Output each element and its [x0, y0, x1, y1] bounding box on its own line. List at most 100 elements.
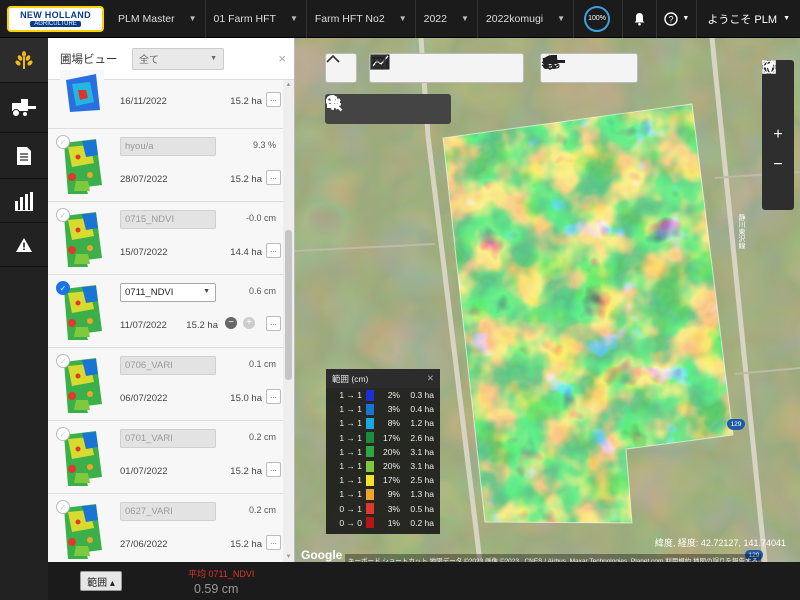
- zoom-in-icon[interactable]: +: [762, 120, 794, 150]
- breadcrumb-label: 2022komugi: [485, 12, 544, 25]
- legend-swatch: [366, 417, 374, 429]
- map-attribution[interactable]: キーボード ショートカット 地図データ ©2023 画像 ©2023 , CNE…: [345, 554, 762, 562]
- legend-swatch: [366, 403, 374, 415]
- more-options-button[interactable]: ...: [266, 316, 281, 331]
- legend-area: 2.5 ha: [410, 475, 434, 486]
- plus-icon[interactable]: +: [243, 317, 255, 329]
- more-options-button[interactable]: ...: [266, 170, 281, 185]
- layer-select[interactable]: 0701_VARI: [120, 429, 216, 448]
- check-icon[interactable]: ✓: [56, 500, 70, 514]
- layer-row[interactable]: 16/11/2022 15.2 ha...: [48, 70, 284, 129]
- svg-text:?: ?: [669, 14, 674, 24]
- line-chart-icon[interactable]: [370, 54, 459, 81]
- chevron-down-icon: ▼: [460, 14, 469, 23]
- layer-row[interactable]: ✓ hyou/a 9.3 % 28/07/2022 15.2 ha...: [48, 129, 284, 202]
- layer-date: 01/07/2022: [120, 466, 168, 477]
- layer-select[interactable]: 0715_NDVI: [120, 210, 216, 229]
- legend-area: 0.4 ha: [410, 404, 434, 415]
- list-icon[interactable]: [370, 54, 490, 81]
- breadcrumb-farm[interactable]: 01 Farm HFT ▼: [206, 0, 307, 38]
- zoom-out-icon[interactable]: −: [762, 150, 794, 180]
- layer-date: 27/06/2022: [120, 539, 168, 550]
- sidebar-item-analytics[interactable]: [0, 179, 48, 223]
- harvester-icon[interactable]: [543, 55, 635, 81]
- svg-text:15: 15: [374, 63, 382, 70]
- layers-icon[interactable]: [541, 55, 600, 81]
- layer-row[interactable]: ✓ 0711_NDVI ▼ 0.6 cm 11/07/2022 15.2 ha − +...: [48, 275, 284, 348]
- top-bar: NEW HOLLAND AGRICULTURE PLM Master ▼ 01 F…: [0, 0, 800, 38]
- more-options-button[interactable]: ...: [266, 535, 281, 550]
- calendar-icon[interactable]: 15: [370, 55, 521, 81]
- edit-toolbar: [325, 94, 451, 124]
- legend-row: 1 → 1 3% 0.4 ha: [326, 402, 440, 416]
- coordinate-readout: 緯度, 経度: 42.72127, 141.74041: [654, 538, 786, 548]
- legend-swatch: [366, 474, 374, 486]
- chevron-down-icon: ▼: [289, 14, 298, 23]
- close-icon[interactable]: ✕: [427, 373, 434, 384]
- filter-select[interactable]: 全て ▼: [132, 47, 224, 70]
- google-logo: Google: [301, 548, 343, 562]
- layer-row[interactable]: ✓ 0627_VARI 0.2 cm 27/06/2022 15.2 ha...: [48, 494, 284, 562]
- check-icon[interactable]: ✓: [56, 354, 70, 368]
- panel-scrollbar[interactable]: ▲ ▼: [283, 80, 294, 562]
- more-options-button[interactable]: ...: [266, 92, 281, 107]
- help-icon[interactable]: ? ▼: [656, 0, 696, 38]
- layer-date: 15/07/2022: [120, 247, 168, 258]
- progress-indicator: 100%: [584, 5, 611, 32]
- legend-row: 1 → 1 8% 1.2 ha: [326, 416, 440, 430]
- check-icon[interactable]: ✓: [56, 208, 70, 222]
- satellite-map[interactable]: 129 129 静川東沢線 15 + − 範囲 (cm) ✕ 1 → 1 2% …: [295, 38, 800, 562]
- sidebar-item-machines[interactable]: [0, 83, 48, 133]
- legend-swatch: [366, 446, 374, 458]
- scroll-down-icon[interactable]: ▼: [285, 554, 292, 560]
- legend-percent: 8%: [387, 418, 400, 429]
- average-label: 平均 0711_NDVI: [188, 569, 255, 579]
- scroll-up-icon[interactable]: ▲: [285, 82, 292, 88]
- check-icon[interactable]: ✓: [56, 427, 70, 441]
- chevron-down-icon: ▼: [203, 288, 210, 295]
- range-legend: 範囲 (cm) ✕ 1 → 1 2% 0.3 ha 1 → 1 3% 0.4 ha 1 → …: [326, 369, 440, 534]
- layer-row[interactable]: ✓ 0715_NDVI -0.0 cm 15/07/2022 14.4 ha...: [48, 202, 284, 275]
- breadcrumb-year[interactable]: 2022 ▼: [416, 0, 478, 38]
- layer-row[interactable]: ✓ 0701_VARI 0.2 cm 01/07/2022 15.2 ha...: [48, 421, 284, 494]
- legend-header: 範囲 (cm) ✕: [326, 369, 440, 388]
- layer-select[interactable]: 0711_NDVI ▼: [120, 283, 216, 302]
- legend-swatch: [366, 503, 374, 515]
- collapse-toolbar-button[interactable]: [325, 53, 357, 83]
- sidebar-item-reports[interactable]: [0, 133, 48, 179]
- left-rail: [0, 38, 48, 600]
- layer-date: 28/07/2022: [120, 174, 168, 185]
- breadcrumb-field[interactable]: Farm HFT No2 ▼: [307, 0, 416, 38]
- breadcrumb-plm-master[interactable]: PLM Master ▼: [110, 0, 206, 38]
- range-button[interactable]: 範囲 ▴: [80, 571, 122, 591]
- new-holland-logo[interactable]: NEW HOLLAND AGRICULTURE: [7, 5, 104, 32]
- panel-title: 圃場ビュー: [60, 53, 118, 66]
- bar-chart-icon[interactable]: [371, 55, 429, 81]
- fit-bounds-icon[interactable]: [762, 60, 794, 120]
- layer-select[interactable]: 0706_VARI: [120, 356, 216, 375]
- layer-select[interactable]: 0627_VARI: [120, 502, 216, 521]
- minus-icon[interactable]: −: [225, 317, 237, 329]
- breadcrumb-crop[interactable]: 2022komugi ▼: [478, 0, 575, 38]
- more-options-button[interactable]: ...: [266, 389, 281, 404]
- scroll-thumb[interactable]: [285, 230, 292, 380]
- layer-name: 0706_VARI: [125, 360, 173, 371]
- globe-icon[interactable]: [762, 60, 794, 210]
- legend-percent: 17%: [382, 475, 400, 486]
- close-icon[interactable]: ×: [278, 51, 286, 66]
- legend-row: 1 → 1 17% 2.6 ha: [326, 431, 440, 445]
- legend-range: 1 → 1: [339, 418, 362, 429]
- notification-bell-icon[interactable]: [622, 0, 656, 38]
- layer-select[interactable]: hyou/a: [120, 137, 216, 156]
- chevron-down-icon: ▼: [188, 14, 197, 23]
- road-number-badge: 129: [727, 419, 745, 430]
- more-options-button[interactable]: ...: [266, 462, 281, 477]
- layer-name: 0701_VARI: [125, 433, 173, 444]
- more-options-button[interactable]: ...: [266, 243, 281, 258]
- checked-icon[interactable]: ✓: [56, 281, 70, 295]
- sidebar-item-alerts[interactable]: [0, 223, 48, 267]
- check-icon[interactable]: ✓: [56, 135, 70, 149]
- layer-row[interactable]: ✓ 0706_VARI 0.1 cm 06/07/2022 15.0 ha...: [48, 348, 284, 421]
- sidebar-item-fields[interactable]: [0, 38, 48, 83]
- user-menu[interactable]: ようこそ PLM ▼: [696, 0, 800, 38]
